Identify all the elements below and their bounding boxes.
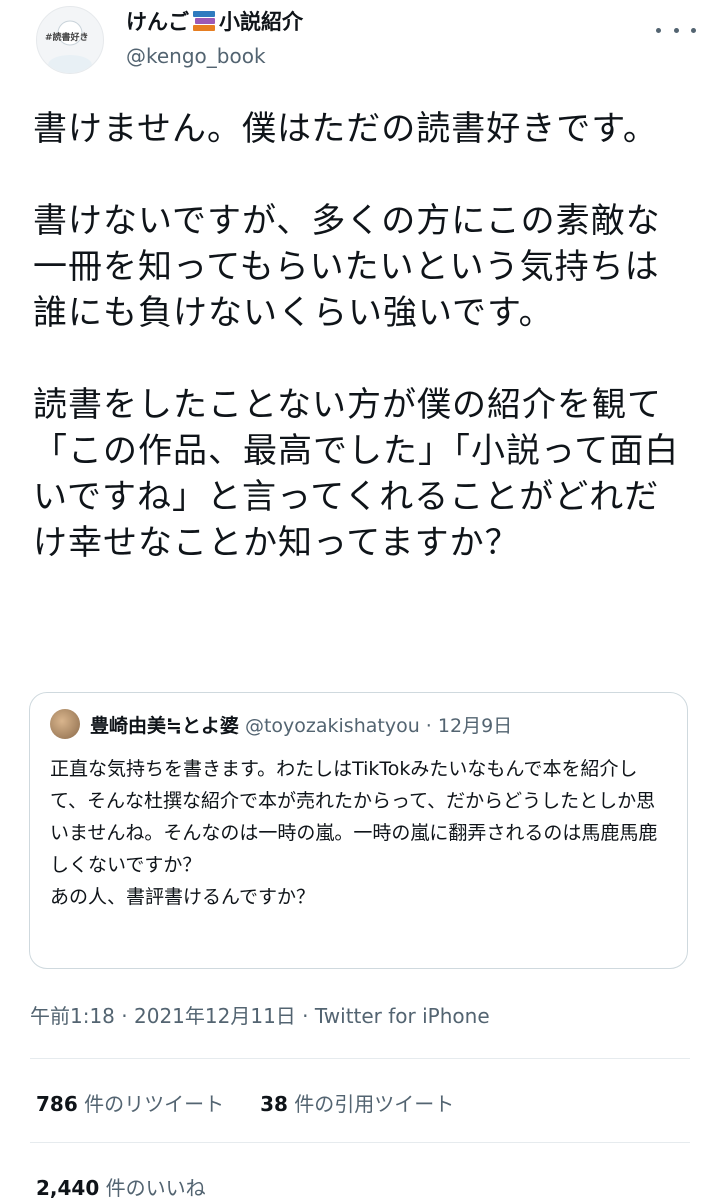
books-icon	[191, 8, 217, 34]
author-name-suffix: 小説紹介	[219, 10, 303, 34]
quoted-date: 12月9日	[437, 715, 513, 737]
tweet-text: 書けません。僕はただの読書好きです。 書けないですが、多くの方にこの素敵な一冊を…	[33, 109, 680, 563]
meta-separator: ·	[295, 1004, 315, 1028]
quoted-avatar	[50, 709, 80, 739]
quoted-display-name: 豊崎由美≒とよ婆	[90, 715, 239, 737]
retweets-label: 件のリツイート	[77, 1092, 225, 1116]
likes-count: 2,440	[36, 1176, 100, 1200]
meta-separator: ·	[114, 1004, 134, 1028]
avatar-tag: #読書好き	[45, 33, 89, 43]
divider	[30, 1058, 690, 1059]
author-name: けんご	[126, 10, 189, 34]
quoted-tweet-card[interactable]: 豊崎由美≒とよ婆 @toyozakishatyou · 12月9日 正直な気持ち…	[29, 692, 688, 969]
tweet-client[interactable]: Twitter for iPhone	[315, 1004, 490, 1028]
quoted-handle: @toyozakishatyou	[244, 715, 420, 737]
engagement-stats: 786 件のリツイート 38 件の引用ツイート	[36, 1088, 454, 1117]
more-options-button[interactable]	[656, 18, 696, 42]
more-dot	[691, 27, 696, 33]
quotes-label: 件の引用ツイート	[287, 1092, 455, 1116]
divider	[30, 1142, 690, 1143]
likes-stat[interactable]: 2,440 件のいいね	[36, 1172, 206, 1201]
author-avatar[interactable]: #読書好き	[36, 6, 104, 74]
quoted-header: 豊崎由美≒とよ婆 @toyozakishatyou · 12月9日	[90, 711, 512, 738]
tweet-meta: 午前1:18 · 2021年12月11日 · Twitter for iPhon…	[30, 1000, 490, 1029]
tweet-date[interactable]: 2021年12月11日	[134, 1004, 296, 1028]
likes-label: 件のいいね	[99, 1176, 206, 1200]
more-horizontal-icon	[656, 27, 661, 33]
quoted-text: 正直な気持ちを書きます。わたしはTikTokみたいなもんで本を紹介して、そんな杜…	[50, 758, 658, 908]
retweets-stat[interactable]: 786 件のリツイート	[36, 1088, 224, 1117]
quotes-stat[interactable]: 38 件の引用ツイート	[260, 1088, 454, 1117]
author-display-name[interactable]: けんご 小説紹介	[126, 6, 303, 36]
tweet-time[interactable]: 午前1:18	[30, 1004, 115, 1028]
author-handle[interactable]: @kengo_book	[126, 44, 266, 68]
retweets-count: 786	[36, 1092, 78, 1116]
quoted-separator: ·	[419, 715, 438, 737]
more-dot	[673, 27, 679, 33]
quotes-count: 38	[260, 1092, 288, 1116]
